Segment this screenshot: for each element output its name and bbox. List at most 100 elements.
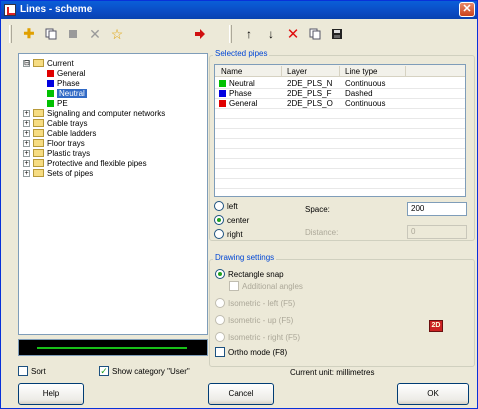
delete-icon[interactable]: ✕	[282, 24, 304, 44]
folder-icon	[33, 139, 44, 147]
show-category-label: Show category "User"	[112, 366, 190, 376]
expand-icon[interactable]: +	[23, 159, 30, 167]
tree-item-label: Cable trays	[47, 118, 88, 128]
tree-item-sets-of-pipes[interactable]: + Sets of pipes	[23, 168, 93, 178]
help-button[interactable]: Help	[18, 383, 84, 405]
expand-icon[interactable]: +	[23, 169, 30, 177]
tree-item-label: Phase	[57, 78, 80, 88]
line-preview	[18, 339, 208, 356]
save-icon[interactable]	[326, 24, 348, 44]
tree-item-label: PE	[57, 98, 68, 108]
expand-icon[interactable]: +	[23, 139, 30, 147]
tree-item-label: Cable ladders	[47, 128, 97, 138]
copy-icon[interactable]	[304, 24, 326, 44]
rectangle-snap-radio[interactable]: Rectangle snap	[215, 269, 284, 279]
category-tree[interactable]: ⊟ Current General Phase Neutral PE + Sig…	[18, 53, 208, 335]
radio-circle	[214, 201, 224, 211]
align-center-radio[interactable]: center	[214, 215, 249, 225]
app-icon	[4, 4, 16, 16]
tree-item-current[interactable]: ⊟ Current	[23, 58, 74, 68]
tree-toolbar: ✚ ✕ ☆	[9, 23, 128, 45]
tree-item-label: Protective and flexible pipes	[47, 158, 147, 168]
check-icon: ✓	[99, 366, 109, 376]
collapse-icon[interactable]: ⊟	[23, 59, 30, 67]
folder-icon	[33, 169, 44, 177]
sort-checkbox[interactable]: Sort	[18, 366, 46, 376]
ortho-mode-label: Ortho mode (F8)	[228, 347, 288, 357]
x-icon[interactable]: ✕	[84, 24, 106, 44]
row-divider	[215, 138, 465, 139]
show-category-checkbox[interactable]: ✓ Show category "User"	[99, 366, 190, 376]
move-down-icon[interactable]: ↓	[260, 24, 282, 44]
ortho-mode-checkbox[interactable]: Ortho mode (F8)	[215, 347, 287, 357]
isometric-up-radio[interactable]: Isometric - up (F5)	[215, 315, 293, 325]
pipes-toolbar: ↑ ↓ ✕	[229, 23, 348, 45]
cell-line-type: Continuous	[345, 99, 386, 108]
isometric-left-radio[interactable]: Isometric - left (F5)	[215, 298, 295, 308]
arrow-right-icon[interactable]	[189, 24, 211, 44]
expand-icon[interactable]: +	[23, 119, 30, 127]
cell-layer: 2DE_PLS_O	[287, 99, 333, 108]
column-header-layer[interactable]: Layer	[287, 67, 307, 76]
column-separator	[339, 66, 340, 76]
tree-item-cable-trays[interactable]: + Cable trays	[23, 118, 87, 128]
star-icon[interactable]: ☆	[106, 24, 128, 44]
column-separator	[405, 66, 406, 76]
column-header-name[interactable]: Name	[221, 67, 242, 76]
checkbox-box	[229, 281, 239, 291]
additional-angles-checkbox[interactable]: Additional angles	[229, 281, 303, 291]
tree-item-protective-pipes[interactable]: + Protective and flexible pipes	[23, 158, 147, 168]
isometric-right-label: Isometric - right (F5)	[228, 332, 301, 342]
tree-item-label: General	[57, 68, 86, 78]
align-right-label: right	[227, 229, 243, 239]
table-row[interactable]: General 2DE_PLS_O Continuous	[215, 98, 465, 108]
table-row[interactable]: Phase 2DE_PLS_F Dashed	[215, 88, 465, 98]
column-header-line-type[interactable]: Line type	[345, 67, 377, 76]
table-row[interactable]: Neutral 2DE_PLS_N Continuous	[215, 78, 465, 88]
square-icon[interactable]	[62, 24, 84, 44]
align-left-radio[interactable]: left	[214, 201, 238, 211]
tree-item-general[interactable]: General	[47, 68, 85, 78]
color-swatch	[47, 99, 54, 107]
tree-item-phase[interactable]: Phase	[47, 78, 80, 88]
color-swatch	[47, 79, 54, 87]
tree-item-floor-trays[interactable]: + Floor trays	[23, 138, 85, 148]
window-title: Lines - scheme	[20, 4, 93, 15]
copy-icon[interactable]	[40, 24, 62, 44]
cell-line-type: Continuous	[345, 79, 386, 88]
tree-item-pe[interactable]: PE	[47, 98, 68, 108]
row-divider	[215, 98, 465, 99]
preview-line	[37, 347, 187, 349]
expand-icon[interactable]: +	[23, 129, 30, 137]
color-swatch	[219, 79, 226, 87]
tree-item-plastic-trays[interactable]: + Plastic trays	[23, 148, 90, 158]
isometric-right-radio[interactable]: Isometric - right (F5)	[215, 332, 300, 342]
checkbox-box	[215, 347, 225, 357]
row-divider	[215, 158, 465, 159]
selected-pipes-title: Selected pipes	[213, 49, 270, 58]
plus-icon[interactable]: ✚	[18, 24, 40, 44]
expand-icon[interactable]: +	[23, 149, 30, 157]
row-divider	[215, 178, 465, 179]
move-up-icon[interactable]: ↑	[238, 24, 260, 44]
folder-icon	[33, 119, 44, 127]
close-button[interactable]: ✕	[459, 2, 475, 17]
tree-item-signaling[interactable]: + Signaling and computer networks	[23, 108, 165, 118]
tree-item-cable-ladders[interactable]: + Cable ladders	[23, 128, 96, 138]
space-input[interactable]: 200	[407, 202, 467, 216]
ok-button[interactable]: OK	[397, 383, 469, 405]
additional-angles-label: Additional angles	[242, 281, 303, 291]
distance-input[interactable]: 0	[407, 225, 467, 239]
cancel-button[interactable]: Cancel	[208, 383, 274, 405]
2d-mode-icon[interactable]: 2D	[429, 320, 443, 332]
radio-circle	[215, 332, 225, 342]
align-right-radio[interactable]: right	[214, 229, 243, 239]
tree-item-neutral[interactable]: Neutral	[47, 88, 87, 98]
row-divider	[215, 168, 465, 169]
tree-item-label: Plastic trays	[47, 148, 91, 158]
row-divider	[215, 108, 465, 109]
pipes-list[interactable]: Name Layer Line type Neutral 2DE_PLS_N C…	[214, 64, 466, 197]
expand-icon[interactable]: +	[23, 109, 30, 117]
current-unit: Current unit: millimetres	[290, 368, 375, 377]
toolbar-grip	[229, 25, 232, 43]
